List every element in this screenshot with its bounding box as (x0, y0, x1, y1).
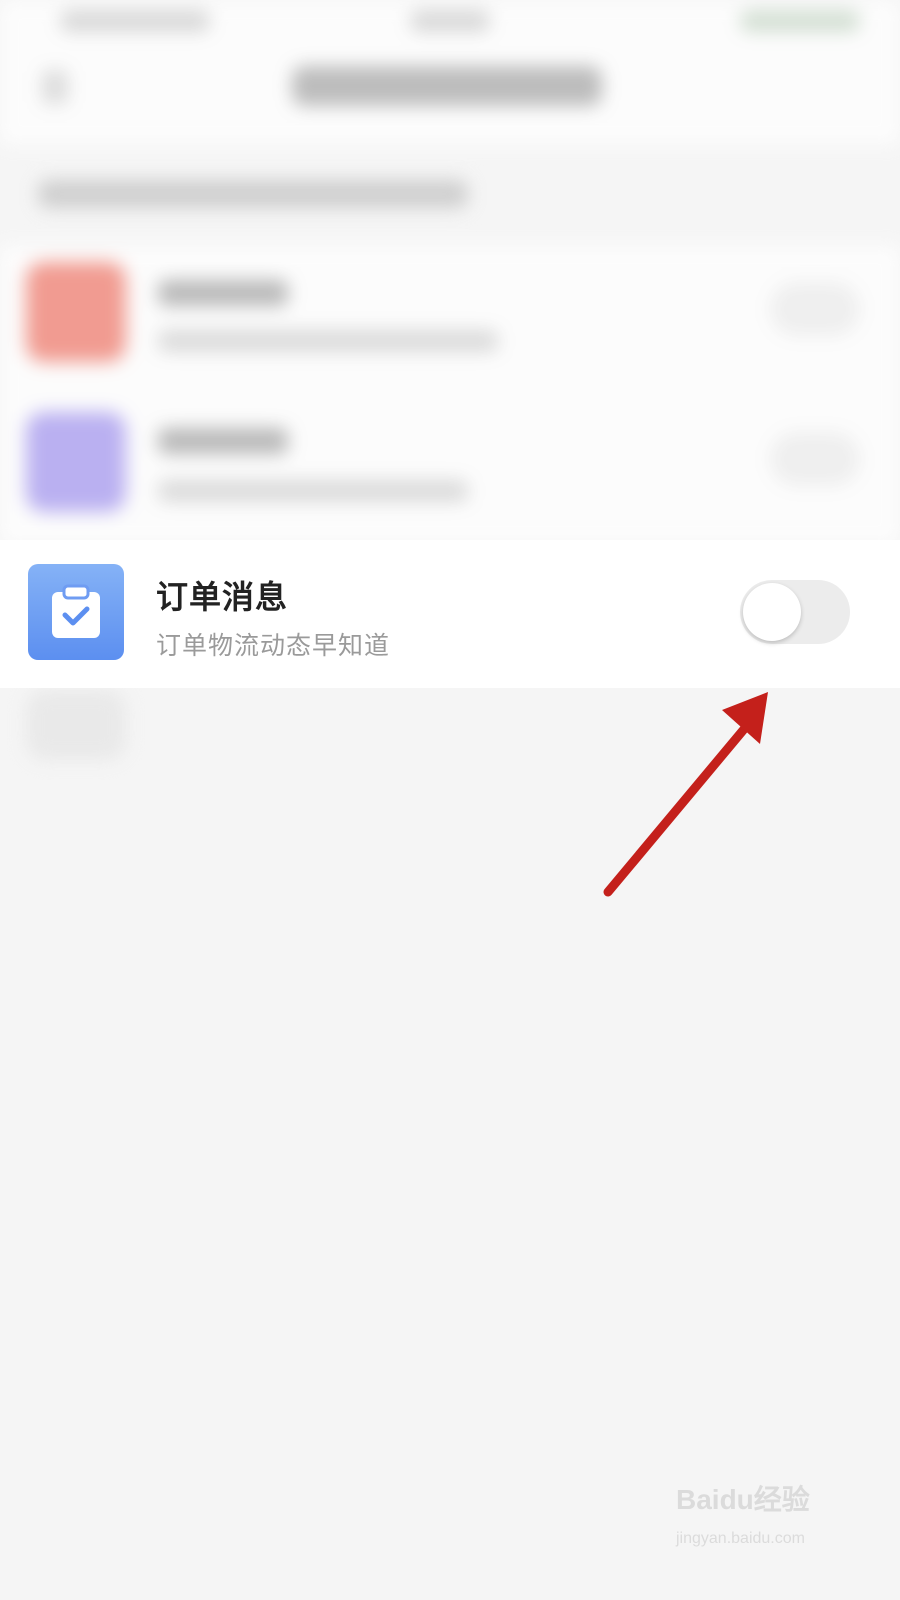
order-message-app-icon (28, 564, 124, 660)
watermark-brand: Baidu经验 (676, 1484, 810, 1515)
row-subtitle: 订单物流动态早知道 (156, 631, 391, 660)
back-arrow-icon (42, 70, 68, 104)
settings-card (0, 245, 900, 545)
top-navigation-bar (0, 0, 900, 145)
order-message-toggle[interactable] (740, 580, 850, 644)
toggle-knob[interactable] (743, 583, 801, 641)
page-title (292, 66, 602, 106)
toggle-switch-blurred (770, 282, 860, 336)
row-subtitle-blurred (158, 480, 468, 502)
status-bar-time (410, 10, 490, 32)
row-title: 订单消息 (156, 578, 289, 616)
order-message-row: 订单消息 订单物流动态早知道 (0, 540, 900, 688)
row-title-blurred (158, 428, 288, 454)
row-title-blurred (158, 280, 288, 306)
watermark-url: jingyan.baidu.com (676, 1530, 805, 1547)
status-bar-left (60, 10, 210, 32)
annotation-arrow (603, 692, 768, 897)
notification-icon-blurred (26, 690, 126, 760)
row-subtitle-blurred (158, 330, 498, 352)
toggle-switch-blurred (770, 432, 860, 486)
status-bar-right (740, 10, 860, 32)
section-hint (38, 180, 468, 208)
clipboard-check-icon (52, 584, 100, 638)
notification-icon-purple (26, 412, 126, 512)
notification-icon-red (26, 262, 126, 362)
baidu-jingyan-watermark: Baidu经验 jingyan.baidu.com (676, 1478, 846, 1558)
